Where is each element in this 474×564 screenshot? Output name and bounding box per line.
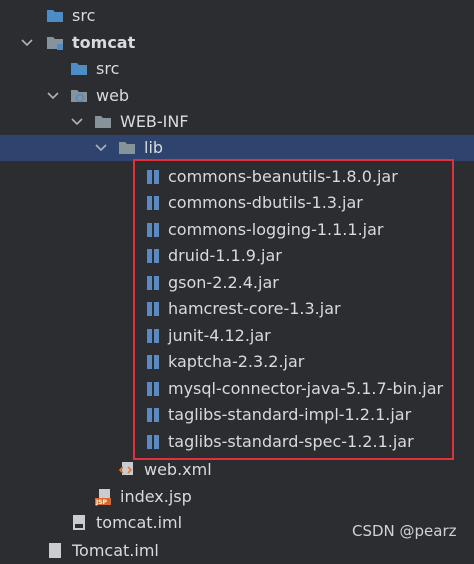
tree-item-tomcat[interactable]: tomcat xyxy=(0,30,474,56)
tree-item-web-xml[interactable]: web.xml xyxy=(0,457,474,483)
tree-item-jar[interactable]: commons-logging-1.1.1.jar xyxy=(0,217,474,243)
tree-item-label: src xyxy=(96,59,120,78)
jar-icon xyxy=(147,249,159,263)
iml-file-icon xyxy=(73,515,85,530)
tree-item-web[interactable]: web xyxy=(0,83,474,109)
tree-item-label: tomcat xyxy=(72,33,136,52)
tree-item-label: kaptcha-2.3.2.jar xyxy=(168,352,305,371)
jar-icon xyxy=(147,223,159,237)
tree-item-lib[interactable]: lib xyxy=(0,135,474,161)
tree-item-label: WEB-INF xyxy=(120,112,189,131)
jsp-badge: JSP xyxy=(96,499,107,506)
tree-item-label: web xyxy=(96,86,130,105)
tree-item-jar[interactable]: commons-beanutils-1.8.0.jar xyxy=(0,164,474,190)
jar-icon xyxy=(147,355,159,369)
tree-item-partial[interactable]: Tomcat.iml xyxy=(0,538,474,564)
folder-icon xyxy=(119,142,135,154)
tree-item-jar[interactable]: commons-dbutils-1.3.jar xyxy=(0,190,474,216)
web-folder-icon xyxy=(71,90,87,103)
tree-item-label: src xyxy=(72,6,96,25)
iml-file-icon xyxy=(49,543,61,558)
watermark: CSDN @pearz xyxy=(352,522,457,540)
tree-item-label: mysql-connector-java-5.1.7-bin.jar xyxy=(168,379,444,398)
tree-item-web-inf[interactable]: WEB-INF xyxy=(0,109,474,135)
tree-item-label: druid-1.1.9.jar xyxy=(168,246,282,265)
tree-item-label: taglibs-standard-impl-1.2.1.jar xyxy=(168,405,412,424)
tree-item-jar[interactable]: taglibs-standard-spec-1.2.1.jar xyxy=(0,429,474,455)
tree-item-label: hamcrest-core-1.3.jar xyxy=(168,299,341,318)
tree-item-jar[interactable]: druid-1.1.9.jar xyxy=(0,243,474,269)
chevron-down-icon[interactable] xyxy=(20,36,34,50)
folder-icon xyxy=(95,116,111,128)
tree-item-tomcat-src[interactable]: src xyxy=(0,56,474,82)
tree-item-src-top[interactable]: src xyxy=(0,3,474,29)
tree-item-jar[interactable]: hamcrest-core-1.3.jar xyxy=(0,296,474,322)
source-folder-icon xyxy=(47,10,63,22)
module-folder-icon xyxy=(47,37,63,50)
tree-item-label: web.xml xyxy=(144,460,212,479)
tree-item-jar[interactable]: junit-4.12.jar xyxy=(0,323,474,349)
tree-item-label: lib xyxy=(144,138,164,157)
chevron-down-icon[interactable] xyxy=(94,141,108,155)
chevron-down-icon[interactable] xyxy=(46,89,60,103)
source-folder-icon xyxy=(71,63,87,75)
jar-icon xyxy=(147,435,159,449)
chevron-down-icon[interactable] xyxy=(70,115,84,129)
tree-item-jar[interactable]: gson-2.2.4.jar xyxy=(0,270,474,296)
jar-icon xyxy=(147,382,159,396)
tree-item-label: junit-4.12.jar xyxy=(168,326,271,345)
jar-icon xyxy=(147,302,159,316)
tree-item-jar[interactable]: kaptcha-2.3.2.jar xyxy=(0,349,474,375)
jar-icon xyxy=(147,276,159,290)
jar-icon xyxy=(147,170,159,184)
jar-icon xyxy=(147,196,159,210)
tree-item-label: Tomcat.iml xyxy=(72,541,159,560)
tree-item-jar[interactable]: mysql-connector-java-5.1.7-bin.jar xyxy=(0,376,474,402)
tree-item-jar[interactable]: taglibs-standard-impl-1.2.1.jar xyxy=(0,402,474,428)
jar-icon xyxy=(147,408,159,422)
tree-item-label: commons-logging-1.1.1.jar xyxy=(168,220,384,239)
jar-icon xyxy=(147,329,159,343)
tree-item-label: gson-2.2.4.jar xyxy=(168,273,279,292)
tree-item-label: index.jsp xyxy=(120,487,192,506)
tree-item-index-jsp[interactable]: JSP index.jsp xyxy=(0,484,474,510)
tree-item-label: commons-beanutils-1.8.0.jar xyxy=(168,167,398,186)
xml-file-icon xyxy=(118,462,133,475)
tree-item-label: taglibs-standard-spec-1.2.1.jar xyxy=(168,432,414,451)
tree-item-label: tomcat.iml xyxy=(96,513,183,532)
tree-item-label: commons-dbutils-1.3.jar xyxy=(168,193,363,212)
